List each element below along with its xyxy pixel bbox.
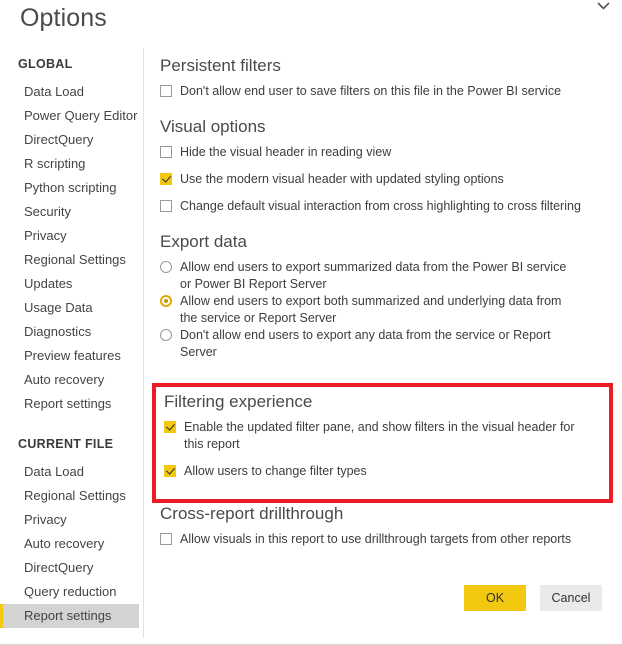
cancel-button[interactable]: Cancel — [540, 585, 602, 611]
section-heading-persistent-filters: Persistent filters — [160, 56, 281, 75]
section-heading-cross-report-drillthrough: Cross-report drillthrough — [160, 504, 344, 523]
sidebar-item-auto-recovery[interactable]: Auto recovery — [0, 368, 143, 392]
radio-label: Allow end users to export both summarize… — [180, 294, 562, 325]
sidebar-item-file-auto-recovery[interactable]: Auto recovery — [0, 532, 143, 556]
sidebar-item-file-privacy[interactable]: Privacy — [0, 508, 143, 532]
radio-label: Don't allow end users to export any data… — [180, 328, 551, 359]
sidebar-group-current-file: CURRENT FILE — [18, 437, 114, 451]
ok-button[interactable]: OK — [464, 585, 526, 611]
checkbox-row-modern-visual-header[interactable]: Use the modern visual header with update… — [160, 171, 612, 188]
sidebar-group-global: GLOBAL — [18, 57, 73, 71]
options-dialog: Options GLOBAL Data Load Power Query Edi… — [0, 0, 622, 645]
checkbox-row-change-default-interaction[interactable]: Change default visual interaction from c… — [160, 198, 612, 215]
radio-row-export-none[interactable]: Don't allow end users to export any data… — [160, 327, 612, 361]
section-heading-filtering-experience: Filtering experience — [164, 392, 313, 411]
section-heading-visual-options: Visual options — [160, 117, 266, 136]
checkbox-icon[interactable] — [160, 173, 172, 185]
checkbox-row-allow-change-filter-types[interactable]: Allow users to change filter types — [164, 463, 604, 480]
checkbox-icon[interactable] — [160, 200, 172, 212]
section-filtering-experience: Filtering experience Enable the updated … — [164, 391, 604, 490]
section-cross-report-drillthrough: Cross-report drillthrough Allow visuals … — [160, 503, 612, 558]
checkbox-label: Don't allow end user to save filters on … — [180, 84, 562, 98]
sidebar-item-updates[interactable]: Updates — [0, 272, 143, 296]
radio-icon[interactable] — [160, 261, 172, 273]
sidebar-item-r-scripting[interactable]: R scripting — [0, 152, 143, 176]
checkbox-icon[interactable] — [160, 85, 172, 97]
sidebar-item-usage-data[interactable]: Usage Data — [0, 296, 143, 320]
sidebar-item-data-load[interactable]: Data Load — [0, 80, 143, 104]
checkbox-icon[interactable] — [160, 146, 172, 158]
dialog-title-bar: Options — [0, 0, 622, 48]
checkbox-label: Allow visuals in this report to use dril… — [180, 532, 572, 546]
sidebar-item-report-settings[interactable]: Report settings — [0, 392, 143, 416]
radio-label: Allow end users to export summarized dat… — [180, 260, 567, 291]
checkbox-icon[interactable] — [160, 533, 172, 545]
checkbox-label: Hide the visual header in reading view — [180, 145, 392, 159]
dialog-button-bar: OK Cancel — [0, 585, 622, 615]
sidebar-item-preview-features[interactable]: Preview features — [0, 344, 143, 368]
checkbox-label: Change default visual interaction from c… — [180, 199, 581, 213]
radio-icon[interactable] — [160, 329, 172, 341]
radio-row-export-summarized[interactable]: Allow end users to export summarized dat… — [160, 259, 612, 293]
checkbox-label: Allow users to change filter types — [184, 464, 367, 478]
section-persistent-filters: Persistent filters Don't allow end user … — [160, 55, 612, 100]
checkbox-label: Enable the updated filter pane, and show… — [184, 420, 575, 451]
page-title: Options — [20, 4, 107, 32]
checkbox-row-dont-allow-save-filters[interactable]: Don't allow end user to save filters on … — [160, 83, 612, 100]
sidebar-item-security[interactable]: Security — [0, 200, 143, 224]
sidebar-item-directquery[interactable]: DirectQuery — [0, 128, 143, 152]
sidebar: GLOBAL Data Load Power Query Editor Dire… — [0, 48, 144, 638]
sidebar-item-file-directquery[interactable]: DirectQuery — [0, 556, 143, 580]
checkbox-row-hide-visual-header[interactable]: Hide the visual header in reading view — [160, 144, 612, 161]
section-heading-export-data: Export data — [160, 232, 247, 251]
section-export-data: Export data Allow end users to export su… — [160, 231, 612, 361]
sidebar-item-privacy[interactable]: Privacy — [0, 224, 143, 248]
checkbox-icon[interactable] — [164, 421, 176, 433]
sidebar-item-regional-settings[interactable]: Regional Settings — [0, 248, 143, 272]
sidebar-item-diagnostics[interactable]: Diagnostics — [0, 320, 143, 344]
section-visual-options: Visual options Hide the visual header in… — [160, 116, 612, 215]
checkbox-label: Use the modern visual header with update… — [180, 172, 504, 186]
checkbox-icon[interactable] — [164, 465, 176, 477]
sidebar-item-file-data-load[interactable]: Data Load — [0, 460, 143, 484]
checkbox-row-enable-updated-filter-pane[interactable]: Enable the updated filter pane, and show… — [164, 419, 604, 453]
sidebar-item-file-regional-settings[interactable]: Regional Settings — [0, 484, 143, 508]
checkbox-row-allow-drillthrough-targets[interactable]: Allow visuals in this report to use dril… — [160, 531, 612, 548]
sidebar-item-python-scripting[interactable]: Python scripting — [0, 176, 143, 200]
sidebar-item-power-query-editor[interactable]: Power Query Editor — [0, 104, 143, 128]
close-icon[interactable] — [588, 0, 618, 15]
radio-icon[interactable] — [160, 295, 172, 307]
radio-row-export-both[interactable]: Allow end users to export both summarize… — [160, 293, 612, 327]
